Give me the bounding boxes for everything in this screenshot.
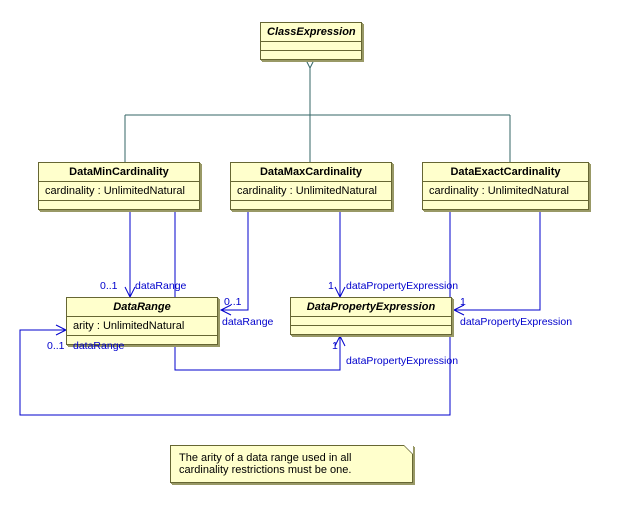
note-text: cardinality restrictions must be one. (179, 464, 404, 476)
class-dataexactcardinality: DataExactCardinality cardinality : Unlim… (422, 162, 589, 210)
class-compartment (261, 51, 361, 59)
note-text: The arity of a data range used in all (179, 452, 404, 464)
class-title: DataRange (67, 298, 217, 317)
class-attribute: arity : UnlimitedNatural (67, 317, 217, 336)
class-title: DataMinCardinality (39, 163, 199, 182)
class-attribute: cardinality : UnlimitedNatural (231, 182, 391, 201)
class-compartment (39, 201, 199, 209)
class-compartment (291, 317, 451, 326)
class-title: DataMaxCardinality (231, 163, 391, 182)
assoc-mult: 0..1 (100, 280, 118, 292)
assoc-role: dataRange (222, 316, 273, 328)
assoc-mult: 0..1 (224, 296, 242, 308)
assoc-mult: 1 (460, 296, 466, 308)
class-compartment (423, 201, 588, 209)
assoc-mult: 1 (332, 340, 338, 352)
assoc-role: dataPropertyExpression (460, 316, 572, 328)
assoc-role: dataPropertyExpression (346, 280, 458, 292)
class-datamincardinality: DataMinCardinality cardinality : Unlimit… (38, 162, 200, 210)
class-title: DataPropertyExpression (291, 298, 451, 317)
note-fold-icon (403, 445, 413, 455)
class-title: ClassExpression (261, 23, 361, 42)
assoc-role: dataRange (135, 280, 186, 292)
assoc-mult: 1 (328, 280, 334, 292)
class-attribute: cardinality : UnlimitedNatural (423, 182, 588, 201)
class-classexpression: ClassExpression (260, 22, 362, 60)
class-datapropertyexpression: DataPropertyExpression (290, 297, 452, 335)
assoc-role: dataRange (73, 340, 124, 352)
class-compartment (261, 42, 361, 51)
assoc-mult: 0..1 (47, 340, 65, 352)
note: The arity of a data range used in all ca… (170, 445, 413, 483)
class-compartment (291, 326, 451, 334)
class-datamaxcardinality: DataMaxCardinality cardinality : Unlimit… (230, 162, 392, 210)
class-title: DataExactCardinality (423, 163, 588, 182)
assoc-role: dataPropertyExpression (346, 355, 458, 367)
class-datarange: DataRange arity : UnlimitedNatural (66, 297, 218, 345)
class-attribute: cardinality : UnlimitedNatural (39, 182, 199, 201)
class-compartment (231, 201, 391, 209)
